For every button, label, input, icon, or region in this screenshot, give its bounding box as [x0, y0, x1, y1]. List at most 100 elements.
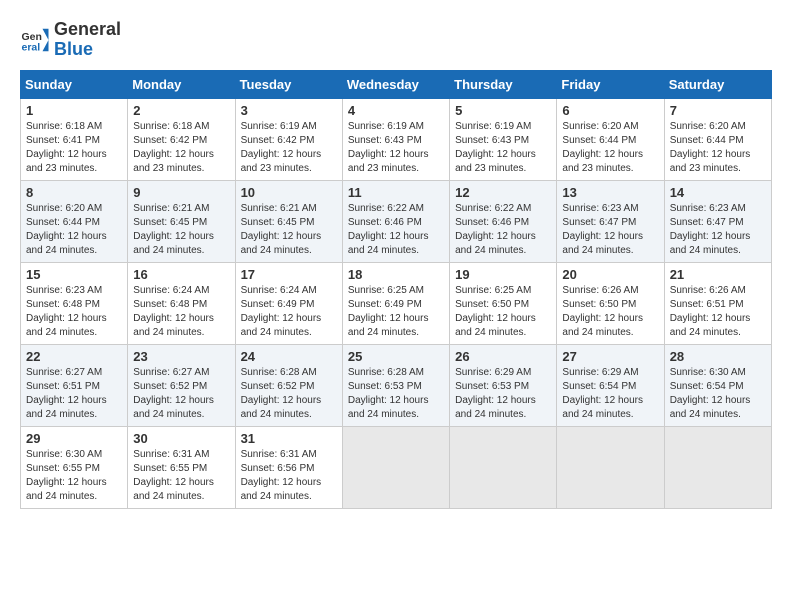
calendar-day-cell: [557, 426, 664, 508]
day-number: 11: [348, 185, 444, 200]
calendar-day-cell: 21Sunrise: 6:26 AMSunset: 6:51 PMDayligh…: [664, 262, 771, 344]
day-of-week-header: Monday: [128, 70, 235, 98]
calendar-day-cell: 26 Sunrise: 6:29 AMSunset: 6:53 PMDayligh…: [450, 344, 557, 426]
day-number: 26: [455, 349, 551, 364]
day-info: Sunrise: 6:24 AMSunset: 6:48 PMDaylight:…: [133, 284, 229, 340]
day-info: Sunrise: 6:21 AMSunset: 6:45 PMDaylight:…: [241, 202, 337, 258]
day-info: Sunrise: 6:28 AMSunset: 6:53 PMDaylight:…: [348, 366, 444, 422]
day-info: Sunrise: 6:30 AMSunset: 6:54 PMDaylight:…: [670, 366, 766, 422]
day-info: Sunrise: 6:27 AMSunset: 6:52 PMDaylight:…: [133, 366, 229, 422]
calendar-table: SundayMondayTuesdayWednesdayThursdayFrid…: [20, 70, 772, 509]
calendar-day-cell: 1 Sunrise: 6:18 AMSunset: 6:41 PMDaylight…: [21, 98, 128, 180]
day-info: Sunrise: 6:19 AMSunset: 6:42 PMDaylight:…: [241, 120, 337, 176]
calendar-day-cell: 11 Sunrise: 6:22 AMSunset: 6:46 PMDayligh…: [342, 180, 449, 262]
day-info: Sunrise: 6:21 AMSunset: 6:45 PMDaylight:…: [133, 202, 229, 258]
day-number: 9: [133, 185, 229, 200]
day-info: Sunrise: 6:20 AMSunset: 6:44 PMDaylight:…: [670, 120, 766, 176]
day-of-week-header: Friday: [557, 70, 664, 98]
day-number: 22: [26, 349, 122, 364]
day-info: Sunrise: 6:30 AMSunset: 6:55 PMDaylight:…: [26, 448, 122, 504]
calendar-day-cell: 13Sunrise: 6:23 AMSunset: 6:47 PMDayligh…: [557, 180, 664, 262]
calendar-day-cell: [450, 426, 557, 508]
calendar-day-cell: 24 Sunrise: 6:28 AMSunset: 6:52 PMDayligh…: [235, 344, 342, 426]
day-info: Sunrise: 6:18 AMSunset: 6:42 PMDaylight:…: [133, 120, 229, 176]
day-number: 24: [241, 349, 337, 364]
logo-icon: Gen eral: [20, 25, 50, 55]
calendar-day-cell: 27 Sunrise: 6:29 AMSunset: 6:54 PMDayligh…: [557, 344, 664, 426]
day-info: Sunrise: 6:22 AMSunset: 6:46 PMDaylight:…: [455, 202, 551, 258]
day-number: 7: [670, 103, 766, 118]
day-info: Sunrise: 6:27 AMSunset: 6:51 PMDaylight:…: [26, 366, 122, 422]
day-info: Sunrise: 6:31 AMSunset: 6:56 PMDaylight:…: [241, 448, 337, 504]
calendar-day-cell: 22 Sunrise: 6:27 AMSunset: 6:51 PMDayligh…: [21, 344, 128, 426]
day-info: Sunrise: 6:20 AMSunset: 6:44 PMDaylight:…: [562, 120, 658, 176]
calendar-week-row: 15 Sunrise: 6:23 AMSunset: 6:48 PMDayligh…: [21, 262, 772, 344]
calendar-week-row: 8 Sunrise: 6:20 AMSunset: 6:44 PMDaylight…: [21, 180, 772, 262]
day-number: 30: [133, 431, 229, 446]
day-info: Sunrise: 6:26 AMSunset: 6:50 PMDaylight:…: [562, 284, 658, 340]
calendar-day-cell: 31Sunrise: 6:31 AMSunset: 6:56 PMDayligh…: [235, 426, 342, 508]
calendar-day-cell: 15 Sunrise: 6:23 AMSunset: 6:48 PMDayligh…: [21, 262, 128, 344]
day-number: 14: [670, 185, 766, 200]
calendar-day-cell: 28 Sunrise: 6:30 AMSunset: 6:54 PMDayligh…: [664, 344, 771, 426]
day-of-week-header: Tuesday: [235, 70, 342, 98]
calendar-day-cell: 4 Sunrise: 6:19 AMSunset: 6:43 PMDaylight…: [342, 98, 449, 180]
day-of-week-header: Sunday: [21, 70, 128, 98]
calendar-day-cell: 19Sunrise: 6:25 AMSunset: 6:50 PMDayligh…: [450, 262, 557, 344]
calendar-day-cell: 10 Sunrise: 6:21 AMSunset: 6:45 PMDayligh…: [235, 180, 342, 262]
calendar-day-cell: 3 Sunrise: 6:19 AMSunset: 6:42 PMDaylight…: [235, 98, 342, 180]
day-number: 18: [348, 267, 444, 282]
day-info: Sunrise: 6:29 AMSunset: 6:54 PMDaylight:…: [562, 366, 658, 422]
calendar-day-cell: 16 Sunrise: 6:24 AMSunset: 6:48 PMDayligh…: [128, 262, 235, 344]
day-of-week-header: Wednesday: [342, 70, 449, 98]
calendar-day-cell: 2Sunrise: 6:18 AMSunset: 6:42 PMDaylight…: [128, 98, 235, 180]
day-info: Sunrise: 6:24 AMSunset: 6:49 PMDaylight:…: [241, 284, 337, 340]
day-number: 4: [348, 103, 444, 118]
day-info: Sunrise: 6:20 AMSunset: 6:44 PMDaylight:…: [26, 202, 122, 258]
day-info: Sunrise: 6:23 AMSunset: 6:48 PMDaylight:…: [26, 284, 122, 340]
day-of-week-header: Saturday: [664, 70, 771, 98]
day-number: 20: [562, 267, 658, 282]
day-number: 16: [133, 267, 229, 282]
day-info: Sunrise: 6:23 AMSunset: 6:47 PMDaylight:…: [562, 202, 658, 258]
calendar-header-row: SundayMondayTuesdayWednesdayThursdayFrid…: [21, 70, 772, 98]
calendar-day-cell: 23 Sunrise: 6:27 AMSunset: 6:52 PMDayligh…: [128, 344, 235, 426]
calendar-day-cell: 12 Sunrise: 6:22 AMSunset: 6:46 PMDayligh…: [450, 180, 557, 262]
calendar-week-row: 22 Sunrise: 6:27 AMSunset: 6:51 PMDayligh…: [21, 344, 772, 426]
calendar-day-cell: 14 Sunrise: 6:23 AMSunset: 6:47 PMDayligh…: [664, 180, 771, 262]
calendar-day-cell: 7 Sunrise: 6:20 AMSunset: 6:44 PMDaylight…: [664, 98, 771, 180]
day-number: 29: [26, 431, 122, 446]
day-of-week-header: Thursday: [450, 70, 557, 98]
day-number: 3: [241, 103, 337, 118]
day-info: Sunrise: 6:29 AMSunset: 6:53 PMDaylight:…: [455, 366, 551, 422]
day-number: 12: [455, 185, 551, 200]
day-info: Sunrise: 6:19 AMSunset: 6:43 PMDaylight:…: [455, 120, 551, 176]
day-number: 27: [562, 349, 658, 364]
day-number: 28: [670, 349, 766, 364]
day-number: 1: [26, 103, 122, 118]
calendar-day-cell: 9 Sunrise: 6:21 AMSunset: 6:45 PMDaylight…: [128, 180, 235, 262]
day-info: Sunrise: 6:22 AMSunset: 6:46 PMDaylight:…: [348, 202, 444, 258]
calendar-day-cell: [664, 426, 771, 508]
day-number: 17: [241, 267, 337, 282]
day-number: 23: [133, 349, 229, 364]
logo: Gen eral GeneralBlue: [20, 20, 121, 60]
day-number: 25: [348, 349, 444, 364]
day-number: 10: [241, 185, 337, 200]
calendar-day-cell: 30Sunrise: 6:31 AMSunset: 6:55 PMDayligh…: [128, 426, 235, 508]
day-number: 6: [562, 103, 658, 118]
day-info: Sunrise: 6:23 AMSunset: 6:47 PMDaylight:…: [670, 202, 766, 258]
day-info: Sunrise: 6:19 AMSunset: 6:43 PMDaylight:…: [348, 120, 444, 176]
day-number: 8: [26, 185, 122, 200]
calendar-week-row: 1 Sunrise: 6:18 AMSunset: 6:41 PMDaylight…: [21, 98, 772, 180]
page-header: Gen eral GeneralBlue: [20, 20, 772, 60]
day-info: Sunrise: 6:26 AMSunset: 6:51 PMDaylight:…: [670, 284, 766, 340]
calendar-day-cell: 25 Sunrise: 6:28 AMSunset: 6:53 PMDayligh…: [342, 344, 449, 426]
day-number: 15: [26, 267, 122, 282]
day-info: Sunrise: 6:25 AMSunset: 6:49 PMDaylight:…: [348, 284, 444, 340]
calendar-day-cell: 5Sunrise: 6:19 AMSunset: 6:43 PMDaylight…: [450, 98, 557, 180]
day-info: Sunrise: 6:18 AMSunset: 6:41 PMDaylight:…: [26, 120, 122, 176]
calendar-day-cell: 6 Sunrise: 6:20 AMSunset: 6:44 PMDaylight…: [557, 98, 664, 180]
day-info: Sunrise: 6:28 AMSunset: 6:52 PMDaylight:…: [241, 366, 337, 422]
day-info: Sunrise: 6:25 AMSunset: 6:50 PMDaylight:…: [455, 284, 551, 340]
